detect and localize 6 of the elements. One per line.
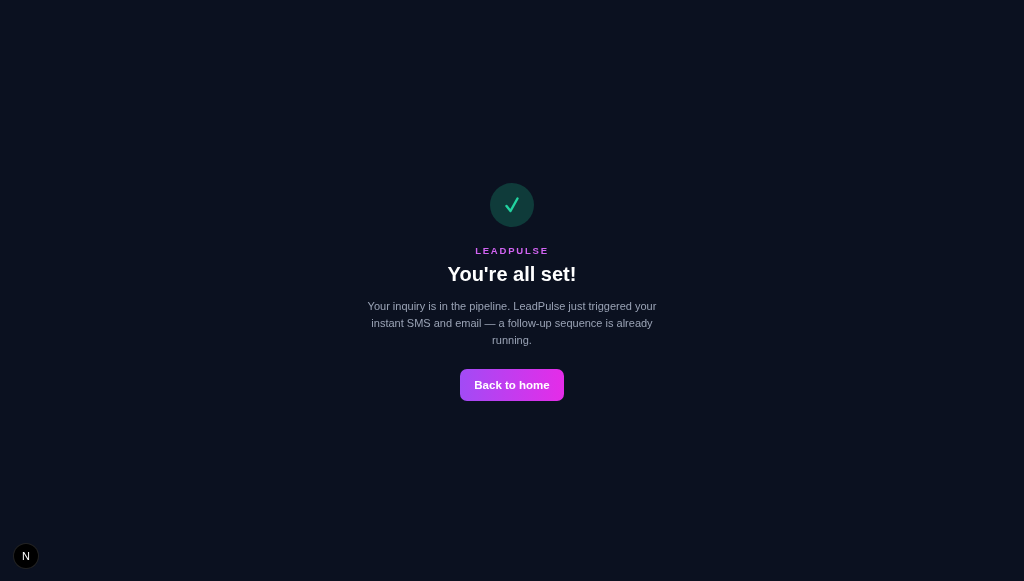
page-heading: You're all set! [447, 262, 577, 286]
brand-label: LEADPULSE [475, 244, 549, 256]
check-icon [505, 196, 519, 213]
dev-tools-badge[interactable]: N [14, 544, 38, 568]
back-to-home-button[interactable]: Back to home [460, 368, 564, 401]
confirmation-message: Your inquiry is in the pipeline. LeadPulse just triggered your instant SMS and email — a follow-up sequence is already running. [366, 298, 658, 348]
